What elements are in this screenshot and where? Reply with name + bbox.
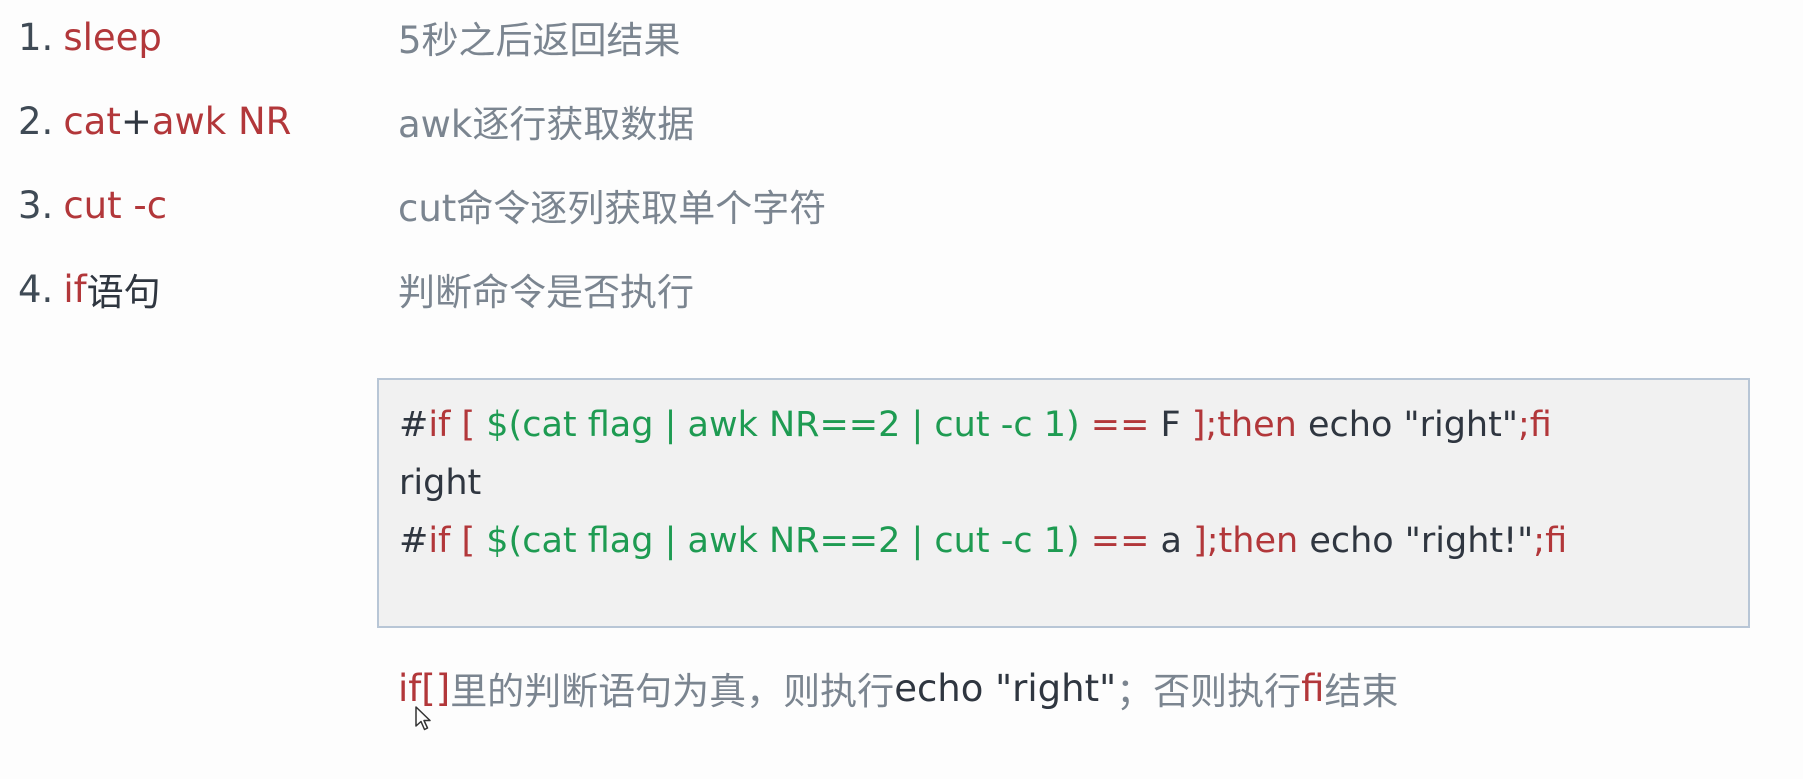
item-command-cat: cat bbox=[63, 99, 121, 143]
code-echo: echo "right" bbox=[1296, 405, 1518, 445]
code-hash: # bbox=[399, 405, 429, 445]
code-then-keyword: ];then bbox=[1181, 521, 1299, 561]
mouse-pointer-icon bbox=[415, 706, 431, 731]
code-line-1: # if [ $(cat flag | awk NR==2 | cut -c 1)… bbox=[399, 396, 1728, 454]
list-item-cut: 3. cut -c bbox=[18, 180, 167, 230]
item-number: 1. bbox=[18, 15, 54, 59]
code-if-keyword: if [ bbox=[428, 405, 487, 445]
code-compare-value: a bbox=[1160, 521, 1182, 561]
item-command-plus: + bbox=[120, 99, 152, 143]
item-number: 4. bbox=[18, 267, 54, 311]
code-command-substitution: $(cat flag | awk NR==2 | cut -c 1) bbox=[486, 521, 1080, 561]
note-text: 结束 bbox=[1324, 670, 1399, 713]
code-compare-value: F bbox=[1160, 405, 1181, 445]
item-command-statement: 语句 bbox=[86, 271, 161, 314]
code-hash: # bbox=[399, 521, 429, 561]
item-command: cut -c bbox=[63, 183, 168, 227]
item-number: 2. bbox=[18, 99, 54, 143]
item-description: awk逐行获取数据 bbox=[398, 103, 695, 146]
item-command-awk: awk NR bbox=[151, 99, 292, 143]
item-command-if: if bbox=[63, 267, 87, 311]
list-item-cat-awk: 2. cat + awk NR bbox=[18, 96, 291, 146]
item-number: 3. bbox=[18, 183, 54, 227]
list-item-sleep: 1. sleep bbox=[18, 12, 162, 62]
list-item-if: 4. if 语句 bbox=[18, 264, 161, 315]
note-if-brackets: if[] bbox=[398, 666, 451, 710]
code-command-substitution: $(cat flag | awk NR==2 | cut -c 1) bbox=[486, 405, 1080, 445]
code-fi-keyword: ;fi bbox=[1517, 405, 1552, 445]
note-fi: fi bbox=[1301, 666, 1325, 710]
code-line-3: # if [ $(cat flag | awk NR==2 | cut -c 1)… bbox=[399, 512, 1728, 570]
explanation-note: if[] 里的判断语句为真，则执行 echo "right" ；否则执行 fi 结束 bbox=[398, 662, 1398, 714]
code-fi-keyword: ;fi bbox=[1533, 521, 1568, 561]
code-line-2: right bbox=[399, 463, 482, 503]
code-block: # if [ $(cat flag | awk NR==2 | cut -c 1)… bbox=[377, 378, 1750, 628]
code-equals: == bbox=[1079, 521, 1161, 561]
item-command: sleep bbox=[63, 15, 162, 59]
code-echo: echo "right!" bbox=[1298, 521, 1534, 561]
code-if-keyword: if [ bbox=[428, 521, 487, 561]
code-then-keyword: ];then bbox=[1180, 405, 1297, 445]
item-description: cut命令逐列获取单个字符 bbox=[398, 187, 827, 230]
item-description: 判断命令是否执行 bbox=[398, 271, 694, 314]
note-text: 里的判断语句为真，则执行 bbox=[450, 670, 895, 713]
note-text: ；否则执行 bbox=[1116, 670, 1302, 713]
item-description: 5秒之后返回结果 bbox=[398, 19, 681, 62]
note-echo: echo "right" bbox=[894, 666, 1117, 710]
code-equals: == bbox=[1079, 405, 1161, 445]
slide: 1. sleep 5秒之后返回结果 2. cat + awk NR awk逐行获取数… bbox=[0, 0, 1803, 779]
